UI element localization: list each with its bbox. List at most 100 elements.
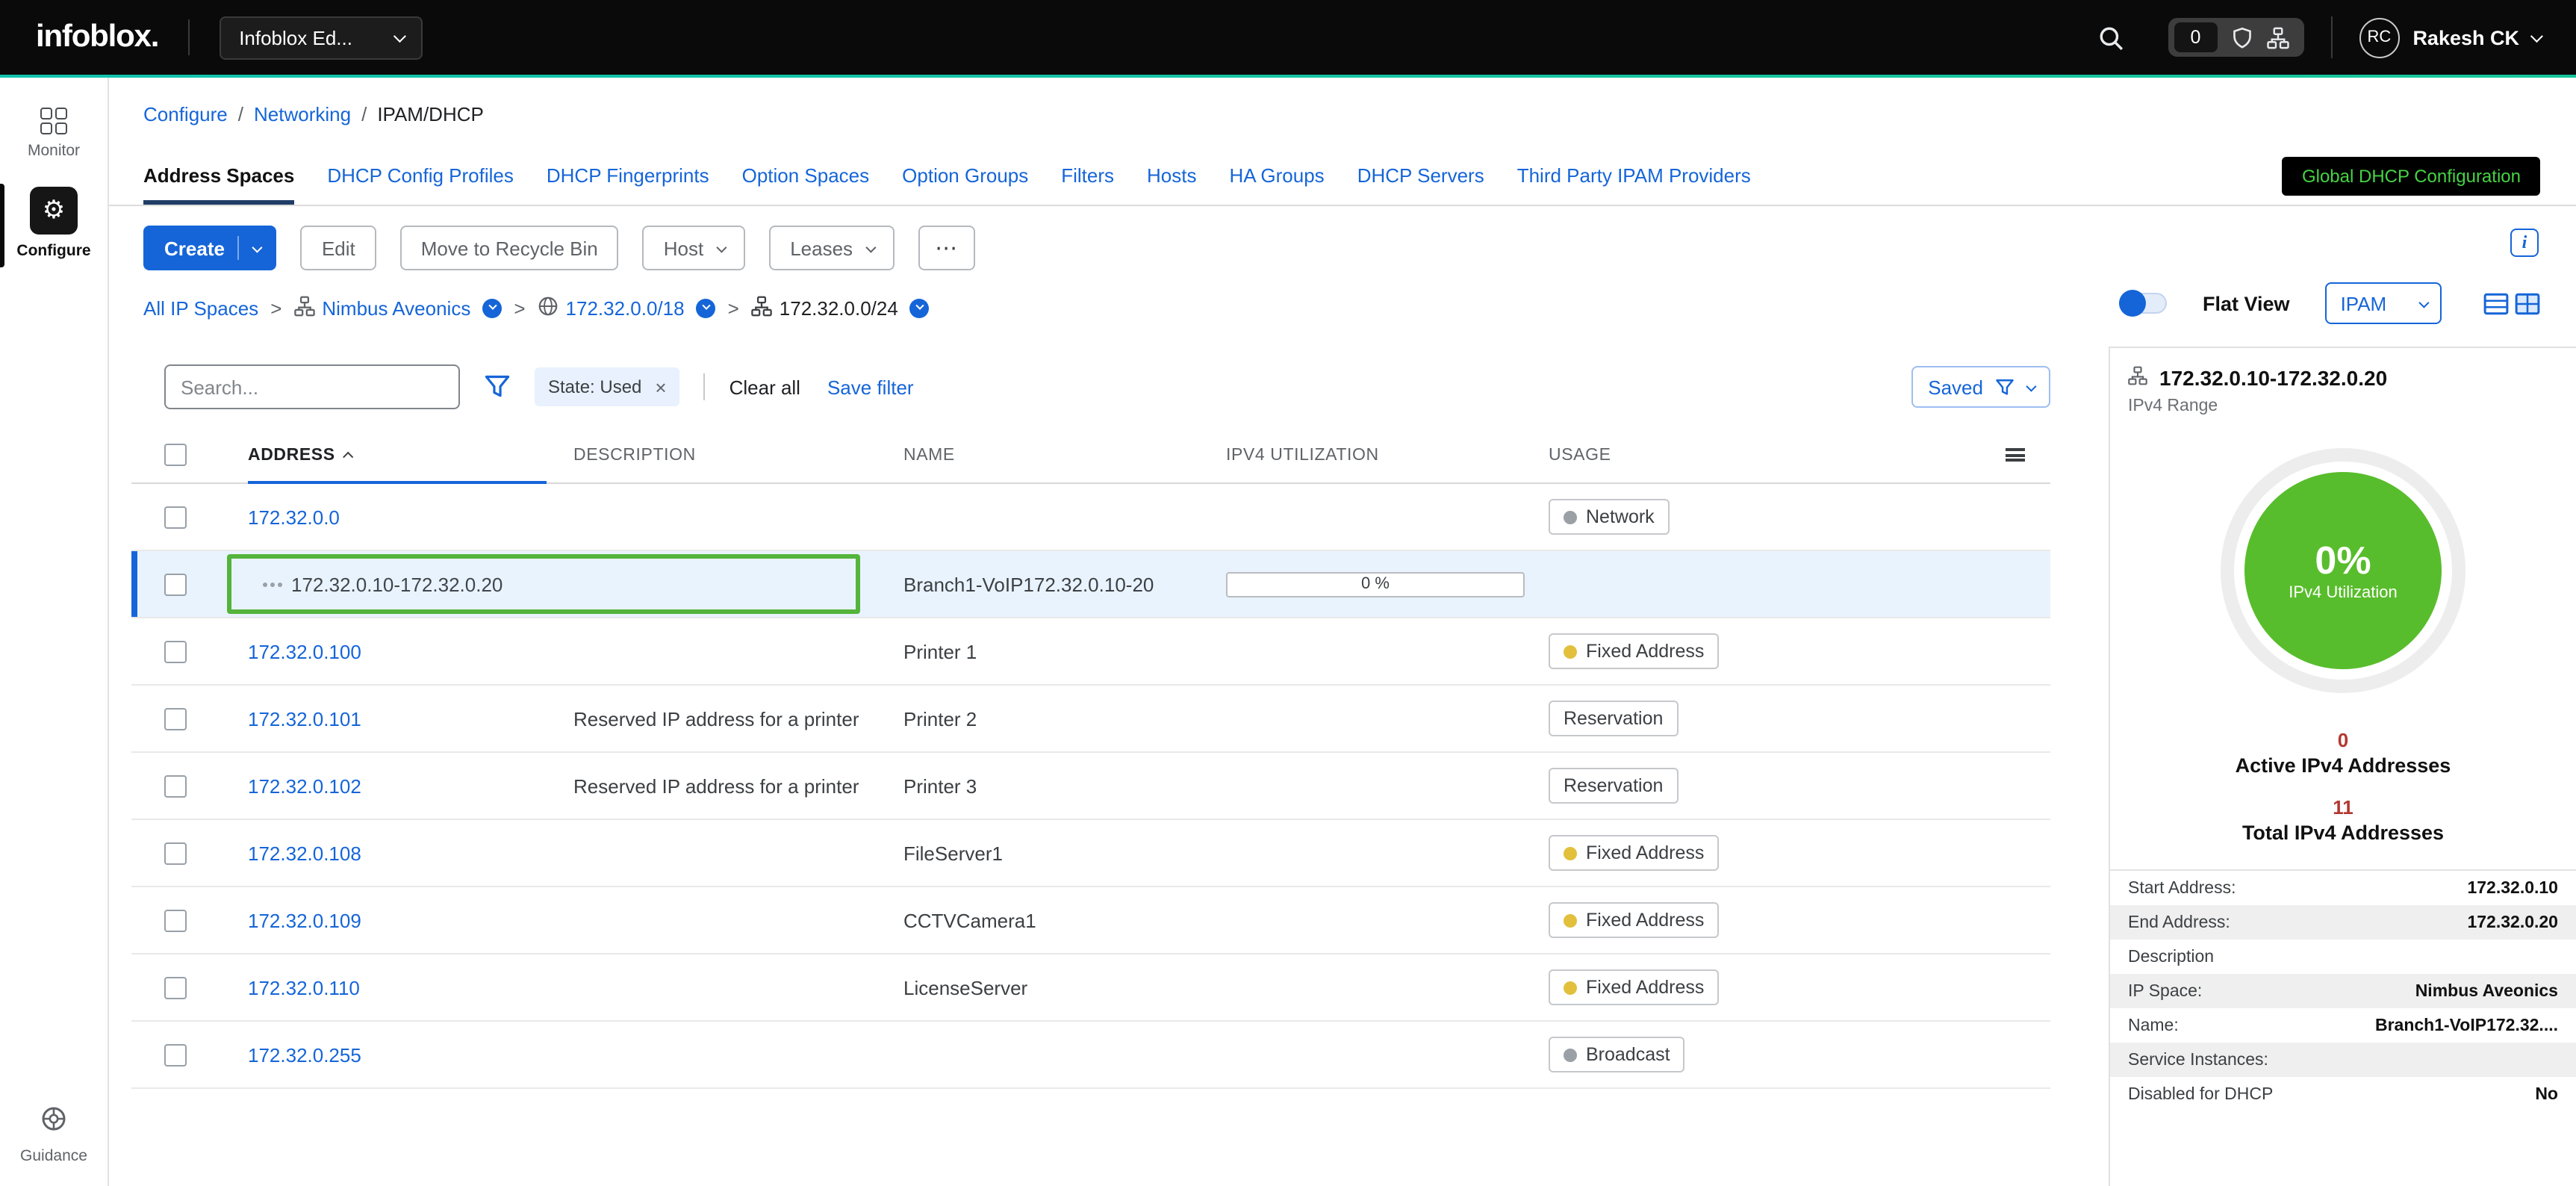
tab-dhcp-servers[interactable]: DHCP Servers [1357,146,1484,205]
filter-funnel-icon[interactable] [484,373,511,400]
row-checkbox[interactable] [164,707,187,730]
sidebar-item-guidance[interactable]: Guidance [0,1105,108,1165]
create-button[interactable]: Create [143,226,277,270]
global-dhcp-configuration-button[interactable]: Global DHCP Configuration [2283,156,2540,195]
row-checkbox[interactable] [164,909,187,931]
tab-third-party-ipam-providers[interactable]: Third Party IPAM Providers [1517,146,1751,205]
more-actions-button[interactable]: ⋯ [918,226,975,270]
remove-filter-icon[interactable]: × [655,376,666,398]
table-row-selected[interactable]: 172.32.0.10-172.32.0.20 Branch1-VoIP172.… [131,551,2050,618]
column-header-usage[interactable]: USAGE [1549,446,1979,464]
active-filter-chip[interactable]: State: Used × [535,367,680,406]
row-checkbox[interactable] [164,976,187,999]
notification-count-badge[interactable]: 0 [2174,22,2218,52]
expand-chevron-icon[interactable] [910,298,930,317]
address-link[interactable]: 172.32.0.110 [248,976,360,999]
list-view-icon[interactable] [2483,291,2509,316]
button-divider [238,236,240,260]
leases-dropdown-button[interactable]: Leases [769,226,895,270]
host-dropdown-button[interactable]: Host [643,226,745,270]
row-checkbox[interactable] [164,506,187,528]
network-label: 172.32.0.0/18 [566,296,685,319]
column-header-utilization[interactable]: IPV4 UTILIZATION [1226,446,1549,464]
tab-dhcp-fingerprints[interactable]: DHCP Fingerprints [547,146,709,205]
info-icon[interactable] [2510,229,2539,257]
table-row[interactable]: 172.32.0.102 Reserved IP address for a p… [131,753,2050,820]
field-label: End Address: [2128,913,2230,931]
row-checkbox[interactable] [164,774,187,797]
utilization-bar: 0 % [1226,571,1525,597]
field-label: Service Instances: [2128,1051,2268,1069]
table-row[interactable]: 172.32.0.255 Broadcast [131,1022,2050,1089]
edit-button[interactable]: Edit [301,226,376,270]
sidebar-item-label: Configure [16,242,90,260]
monitor-grid-icon [40,108,67,134]
search-icon[interactable] [2098,25,2124,50]
app-selector-dropdown[interactable]: Infoblox Ed... [220,16,423,59]
avatar[interactable]: RC [2359,17,2399,58]
column-header-description[interactable]: DESCRIPTION [573,446,903,464]
breadcrumb-configure[interactable]: Configure [143,102,228,125]
search-input[interactable] [164,364,460,409]
grid-view-icon[interactable] [2515,291,2540,316]
table-row[interactable]: 172.32.0.108 FileServer1 Fixed Address [131,820,2050,887]
status-dot [1564,913,1577,927]
tab-option-groups[interactable]: Option Groups [902,146,1028,205]
chevron-down-icon [2419,297,2430,308]
table-row[interactable]: 172.32.0.0 Network [131,484,2050,551]
address-link[interactable]: 172.32.0.0 [248,506,340,528]
select-all-checkbox[interactable] [164,444,187,466]
ipam-mode-dropdown[interactable]: IPAM [2326,282,2442,324]
sitemap-icon[interactable] [2266,26,2289,49]
sidebar-item-configure[interactable]: Configure [0,187,108,260]
address-link[interactable]: 172.32.0.10-172.32.0.20 [291,573,503,595]
table-row[interactable]: 172.32.0.100 Printer 1 Fixed Address [131,618,2050,686]
shield-icon[interactable] [2230,26,2253,49]
address-link[interactable]: 172.32.0.255 [248,1043,361,1066]
network-link[interactable]: 172.32.0.0/18 [538,295,685,320]
tab-ha-groups[interactable]: HA Groups [1230,146,1325,205]
address-link[interactable]: 172.32.0.102 [248,774,361,797]
row-checkbox[interactable] [164,842,187,864]
column-settings-icon[interactable] [2005,448,2024,462]
tab-dhcp-config-profiles[interactable]: DHCP Config Profiles [327,146,514,205]
table-row[interactable]: 172.32.0.109 CCTVCamera1 Fixed Address [131,887,2050,954]
table-row[interactable]: 172.32.0.101 Reserved IP address for a p… [131,686,2050,753]
all-ip-spaces-link[interactable]: All IP Spaces [143,296,258,319]
breadcrumb-separator: / [238,102,243,125]
tab-address-spaces[interactable]: Address Spaces [143,146,294,205]
address-link[interactable]: 172.32.0.109 [248,909,361,931]
saved-filters-dropdown[interactable]: Saved [1911,366,2050,408]
tab-hosts[interactable]: Hosts [1147,146,1196,205]
table-row[interactable]: 172.32.0.110 LicenseServer Fixed Address [131,954,2050,1022]
address-link[interactable]: 172.32.0.100 [248,640,361,662]
sidebar-item-monitor[interactable]: Monitor [0,108,108,160]
clear-all-button[interactable]: Clear all [729,376,800,398]
breadcrumb-networking[interactable]: Networking [254,102,351,125]
field-description: Description [2110,940,2576,974]
column-header-name[interactable]: NAME [903,446,1226,464]
tab-filters[interactable]: Filters [1061,146,1114,205]
usage-badge: Fixed Address [1549,969,1719,1005]
utilization-label: IPv4 Utilization [2289,583,2398,601]
user-name[interactable]: Rakesh CK [2412,26,2519,49]
expand-chevron-icon[interactable] [482,298,502,317]
column-header-address[interactable]: ADDRESS [248,427,573,482]
row-checkbox[interactable] [164,640,187,662]
save-filter-link[interactable]: Save filter [827,376,914,398]
ip-space-link[interactable]: Nimbus Aveonics [293,295,470,320]
chevron-down-icon [393,30,406,43]
active-indicator [0,184,4,267]
row-checkbox[interactable] [164,1043,187,1066]
ip-space-label: Nimbus Aveonics [322,296,470,319]
address-link[interactable]: 172.32.0.101 [248,707,361,730]
sort-ascending-icon[interactable] [343,452,354,462]
address-link[interactable]: 172.32.0.108 [248,842,361,864]
tab-option-spaces[interactable]: Option Spaces [742,146,870,205]
move-to-recycle-bin-button[interactable]: Move to Recycle Bin [400,226,619,270]
expand-chevron-icon[interactable] [697,298,716,317]
filter-chip-label: State: Used [548,376,641,397]
flat-view-toggle[interactable] [2119,293,2167,314]
row-checkbox[interactable] [164,573,187,595]
chevron-down-icon[interactable] [2530,30,2543,43]
